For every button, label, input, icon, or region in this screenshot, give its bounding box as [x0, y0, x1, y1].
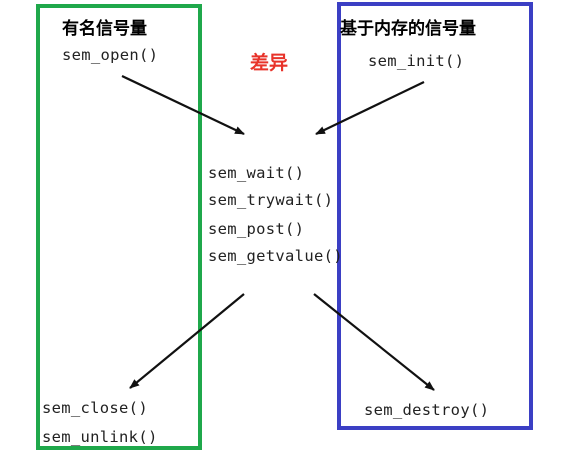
arrow-open-to-ops: [121, 75, 245, 135]
arrow-ops-to-destroy: [313, 293, 435, 391]
arrow-init-to-ops: [315, 81, 425, 135]
arrow-ops-to-close: [129, 293, 245, 389]
flow-arrows: [121, 75, 435, 391]
